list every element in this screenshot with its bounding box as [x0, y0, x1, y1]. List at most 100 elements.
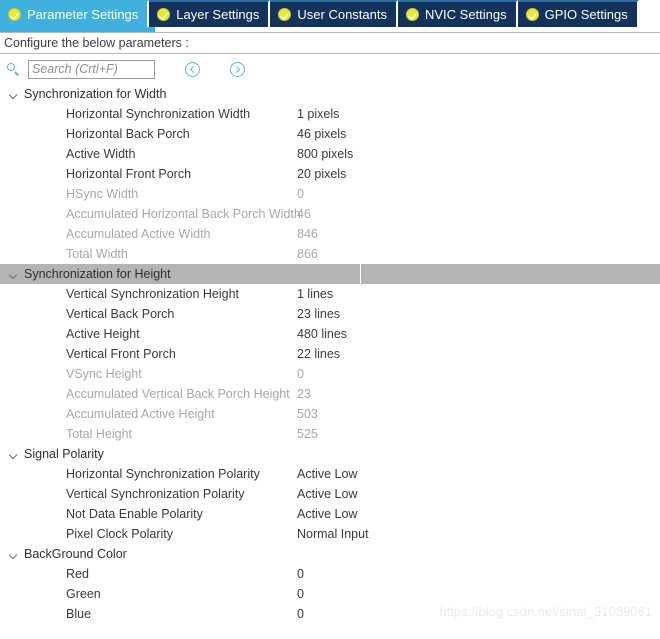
tab-label: Parameter Settings — [27, 7, 139, 22]
parameter-name: Red — [66, 567, 89, 581]
parameter-value[interactable]: 480 lines — [297, 327, 347, 341]
parameter-row[interactable]: Vertical Synchronization Polarity Active … — [0, 484, 660, 504]
group-header-label: Synchronization for Width — [24, 86, 167, 101]
parameter-row[interactable]: Blue 0 — [0, 604, 660, 624]
tab-nvic-settings[interactable]: NVIC Settings — [397, 0, 518, 27]
parameter-list: Synchronization for Width Horizontal Sync… — [0, 84, 660, 624]
parameter-name: Vertical Front Porch — [66, 347, 176, 361]
group-header[interactable]: Synchronization for Height — [0, 264, 660, 284]
parameter-value: 866 — [297, 247, 318, 261]
tab-user-constants[interactable]: User Constants — [270, 0, 398, 27]
configure-instruction-text: Configure the below parameters : — [4, 36, 189, 50]
parameter-value[interactable]: 20 pixels — [297, 167, 346, 181]
check-circle-icon — [8, 8, 21, 21]
parameter-row[interactable]: Green 0 — [0, 584, 660, 604]
parameter-value[interactable]: 23 lines — [297, 307, 340, 321]
parameter-name: Blue — [66, 607, 92, 621]
parameter-name: VSync Height — [66, 367, 142, 381]
parameter-name: Vertical Synchronization Height — [66, 287, 240, 301]
chevron-down-icon[interactable] — [8, 89, 19, 100]
parameter-row[interactable]: Horizontal Synchronization Width 1 pixels — [0, 104, 660, 124]
chevron-down-icon[interactable] — [8, 269, 19, 280]
parameter-value[interactable]: Normal Input — [297, 527, 369, 541]
parameter-name: HSync Width — [66, 187, 139, 201]
tab-underline-remainder — [155, 27, 660, 32]
parameter-value[interactable]: 1 pixels — [297, 107, 339, 121]
tab-label: GPIO Settings — [544, 7, 628, 22]
chevron-right-circle-icon[interactable] — [230, 61, 245, 77]
parameter-name: Accumulated Active Height — [66, 407, 215, 421]
parameter-value[interactable]: 0 — [297, 607, 304, 621]
tab-bar: Parameter Settings Layer Settings User Con… — [0, 0, 660, 27]
chevron-left-circle-icon[interactable] — [185, 61, 200, 77]
parameter-row: Total Height 525 — [0, 424, 660, 444]
parameter-row[interactable]: Horizontal Back Porch 46 pixels — [0, 124, 660, 144]
parameter-name: Vertical Back Porch — [66, 307, 175, 321]
parameter-value[interactable]: Active Low — [297, 507, 357, 521]
parameter-row[interactable]: Red 0 — [0, 564, 660, 584]
tab-parameter-settings[interactable]: Parameter Settings — [0, 0, 150, 27]
search-toolbar — [0, 54, 660, 84]
group-header[interactable]: Synchronization for Width — [0, 84, 660, 104]
parameter-name: Horizontal Front Porch — [66, 167, 192, 181]
parameter-name: Horizontal Back Porch — [66, 127, 190, 141]
tab-layer-settings[interactable]: Layer Settings — [149, 0, 271, 27]
parameter-row[interactable]: Active Width 800 pixels — [0, 144, 660, 164]
parameter-row[interactable]: Horizontal Front Porch 20 pixels — [0, 164, 660, 184]
chevron-down-icon[interactable] — [8, 449, 19, 460]
parameter-value[interactable]: Active Low — [297, 487, 357, 501]
parameter-value[interactable]: 0 — [297, 587, 304, 601]
active-tab-underline-fill — [0, 27, 155, 32]
parameter-row[interactable]: Vertical Front Porch 22 lines — [0, 344, 660, 364]
parameter-name: Active Height — [66, 327, 140, 341]
parameter-value[interactable]: 800 pixels — [297, 147, 353, 161]
parameter-row: Accumulated Active Height 503 — [0, 404, 660, 424]
chevron-down-icon[interactable] — [8, 549, 19, 560]
parameter-value[interactable]: 1 lines — [297, 287, 333, 301]
group-header[interactable]: BackGround Color — [0, 544, 660, 564]
check-circle-icon — [525, 8, 539, 21]
parameter-row: Accumulated Horizontal Back Porch Width 4… — [0, 204, 660, 224]
parameter-name: Total Width — [66, 247, 128, 261]
parameter-name: Horizontal Synchronization Polarity — [66, 467, 260, 481]
parameter-name: Accumulated Vertical Back Porch Height — [66, 387, 290, 401]
parameter-value: 23 — [297, 387, 311, 401]
tab-label: User Constants — [297, 7, 387, 22]
parameter-row: Total Width 866 — [0, 244, 660, 264]
parameter-name: Total Height — [66, 427, 133, 441]
group-header-label: BackGround Color — [24, 546, 127, 561]
parameter-row: Accumulated Active Width 846 — [0, 224, 660, 244]
parameter-row[interactable]: Pixel Clock Polarity Normal Input — [0, 524, 660, 544]
parameter-value: 0 — [297, 367, 304, 381]
parameter-value[interactable]: 46 pixels — [297, 127, 346, 141]
parameter-row: VSync Height 0 — [0, 364, 660, 384]
check-circle-icon — [157, 8, 171, 21]
parameter-name: Vertical Synchronization Polarity — [66, 487, 245, 501]
parameter-name: Pixel Clock Polarity — [66, 527, 173, 541]
parameter-row[interactable]: Vertical Back Porch 23 lines — [0, 304, 660, 324]
active-tab-underline — [0, 27, 660, 32]
parameter-value[interactable]: Active Low — [297, 467, 357, 481]
parameter-row[interactable]: Horizontal Synchronization Polarity Activ… — [0, 464, 660, 484]
parameter-name: Accumulated Horizontal Back Porch Width — [66, 207, 301, 221]
search-input[interactable] — [28, 59, 155, 79]
tab-gpio-settings[interactable]: GPIO Settings — [517, 0, 639, 27]
parameter-name: Green — [66, 587, 101, 601]
tab-label: NVIC Settings — [424, 7, 507, 22]
parameter-value: 0 — [297, 187, 304, 201]
group-header[interactable]: Signal Polarity — [0, 444, 660, 464]
parameter-value[interactable]: 0 — [297, 567, 304, 581]
group-header-label: Synchronization for Height — [24, 266, 171, 281]
parameter-name: Horizontal Synchronization Width — [66, 107, 251, 121]
parameter-value[interactable]: 22 lines — [297, 347, 340, 361]
parameter-row[interactable]: Active Height 480 lines — [0, 324, 660, 344]
check-circle-icon — [405, 8, 419, 21]
check-circle-icon — [278, 8, 292, 21]
parameter-value: 525 — [297, 427, 318, 441]
search-icon — [7, 62, 20, 76]
parameter-value: 846 — [297, 227, 318, 241]
parameter-row[interactable]: Vertical Synchronization Height 1 lines — [0, 284, 660, 304]
configure-instruction-bar: Configure the below parameters : — [0, 32, 660, 54]
parameter-row[interactable]: Not Data Enable Polarity Active Low — [0, 504, 660, 524]
parameter-row: Accumulated Vertical Back Porch Height 23 — [0, 384, 660, 404]
